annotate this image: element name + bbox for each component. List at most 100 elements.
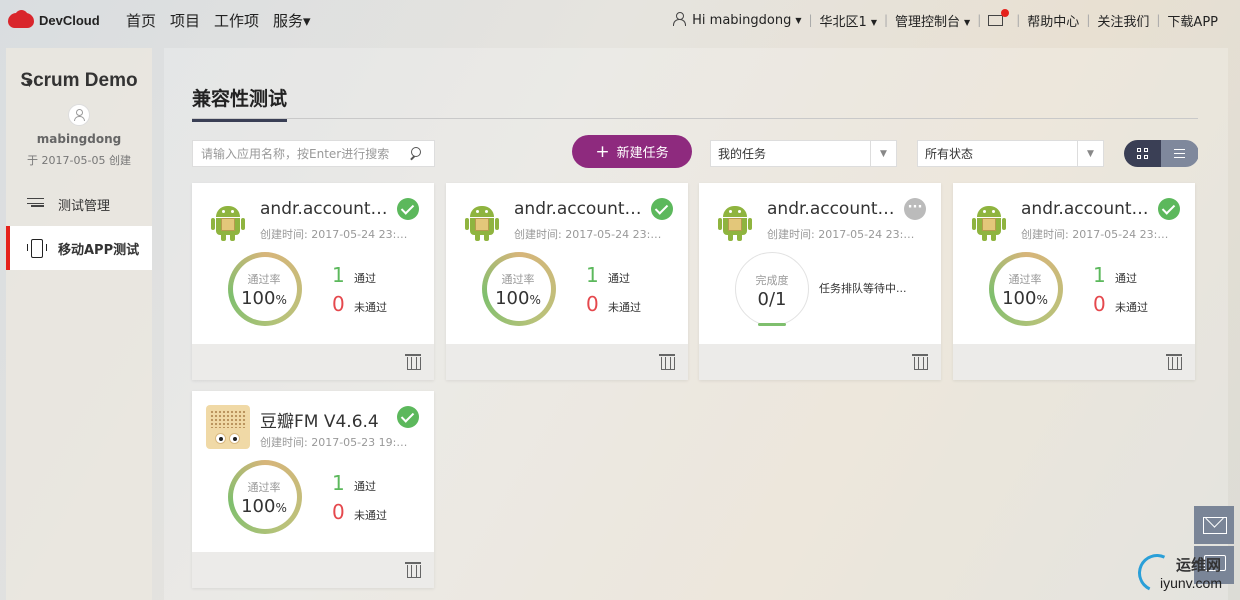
task-card[interactable]: andr.account ... 创建时间: 2017-05-24 23:0..… [446,183,688,380]
sidebar-item-test-management[interactable]: 测试管理 [6,182,152,226]
check-circle-icon [1158,198,1180,220]
list-view-button[interactable] [1161,140,1198,167]
ring-label: 完成度 [755,274,789,287]
ring-label: 通过率 [1008,273,1042,286]
sidebar-item-mobile-app-test[interactable]: 移动APP测试 [6,226,152,270]
caret-down-icon: ▼ [795,16,802,25]
region-label: 华北区1 [819,14,867,30]
console-menu[interactable]: 管理控制台 ▼ [895,11,970,30]
new-task-button[interactable]: + 新建任务 [572,135,692,168]
pass-rate-ring: 通过率 100% [482,252,556,326]
ring-value: 0/1 [757,289,787,310]
divider: | [808,13,813,27]
view-toggle [1124,140,1199,167]
fail-label: 未通过 [354,509,387,522]
card-footer [192,344,434,380]
created-time: 创建时间: 2017-05-23 19:3... [260,436,410,449]
ring-label: 通过率 [247,273,281,286]
queue-status-text: 任务排队等待中... [819,282,907,295]
android-app-icon [464,203,500,241]
user-greeting: Hi mabingdong [692,13,792,28]
app-name[interactable]: 豆瓣FM V4.6.4 [260,407,392,432]
pass-rate-ring: 通过率 100% [989,252,1063,326]
search-box [192,140,435,167]
sliders-icon [26,194,46,214]
pass-stat: 1 通过 [586,263,630,287]
owner-filter-select[interactable]: 我的任务 ▼ [710,140,897,167]
created-time: 创建时间: 2017-05-24 23:0... [767,228,917,241]
phone-icon [26,238,47,258]
check-circle-icon [651,198,673,220]
grid-view-button[interactable] [1124,140,1161,167]
watermark-en: iyunv.com [1160,575,1222,591]
help-center-link[interactable]: 帮助中心 [1027,11,1079,30]
fail-stat: 0 未通过 [1093,292,1148,316]
pass-count: 1 [332,471,345,495]
fail-count: 0 [1093,292,1106,316]
created-time: 创建时间: 2017-05-24 23:0... [260,228,410,241]
card-footer [699,344,941,380]
follow-us-link[interactable]: 关注我们 [1097,11,1149,30]
check-circle-icon [397,406,419,428]
task-card[interactable]: andr.account ... 创建时间: 2017-05-24 23:0..… [953,183,1195,380]
task-card[interactable]: andr.account ... 创建时间: 2017-05-24 23:0..… [699,183,941,380]
project-switcher[interactable]: ▼ Scrum Demo [6,68,152,94]
username: mabingdong [36,132,122,146]
status-filter-value: 所有状态 [925,147,974,161]
pass-stat: 1 通过 [1093,263,1137,287]
task-card[interactable]: 豆瓣FM V4.6.4 创建时间: 2017-05-23 19:3... 通过率… [192,391,434,588]
title-divider [192,118,1198,119]
unread-badge [1001,8,1010,17]
app-name[interactable]: andr.account ... [767,199,899,219]
new-task-label: 新建任务 [616,146,669,161]
nav-projects[interactable]: 项目 [170,10,200,31]
sidebar-item-label: 移动APP测试 [58,242,140,258]
chevron-down-icon: ▼ [870,141,896,166]
app-name[interactable]: andr.account ... [514,199,646,219]
caret-down-icon: ▼ [870,17,877,27]
download-app-link[interactable]: 下载APP [1167,11,1218,30]
search-icon[interactable] [409,147,422,160]
brand-name: DevCloud [39,12,100,28]
pass-rate-ring: 通过率 100% [228,252,302,326]
fail-label: 未通过 [354,301,387,314]
created-time: 创建时间: 2017-05-24 23:0... [514,228,664,241]
ring-value: 100% [241,288,287,309]
task-card[interactable]: andr.account ... 创建时间: 2017-05-24 23:0..… [192,183,434,380]
status-filter-select[interactable]: 所有状态 ▼ [917,140,1104,167]
created-time: 创建时间: 2017-05-24 23:0... [1021,228,1171,241]
divider: | [883,13,889,27]
trash-icon[interactable] [405,353,421,370]
nav-work-items[interactable]: 工作项 [214,10,259,31]
nav-services[interactable]: 服务▾ [273,10,311,31]
project-title: Scrum Demo [20,70,138,91]
trash-icon[interactable] [659,353,675,370]
card-footer [953,344,1195,380]
divider: | [1156,13,1161,27]
region-select[interactable]: 华北区1 ▼ [820,11,877,30]
sidebar-menu: 测试管理 移动APP测试 [6,182,152,270]
top-right-nav: Hi mabingdong ▼ | 华北区1 ▼ | 管理控制台 ▼ | | 帮助中心… [673,0,1218,40]
fail-count: 0 [586,292,599,316]
message-icon[interactable] [988,8,1010,26]
pass-label: 通过 [1115,272,1137,285]
card-footer [446,344,688,380]
app-name[interactable]: andr.account ... [1021,199,1153,219]
check-circle-icon [397,198,419,220]
caret-down-icon: ▼ [964,17,971,27]
watermark-cn: 运维网 [1176,556,1222,574]
app-name[interactable]: andr.account ... [260,199,392,219]
fail-count: 0 [332,292,345,316]
trash-icon[interactable] [912,353,928,370]
trash-icon[interactable] [405,561,421,578]
avatar [68,104,90,126]
search-input[interactable] [193,146,403,161]
nav-home[interactable]: 首页 [126,10,156,31]
devcloud-logo[interactable]: DevCloud [6,10,118,30]
trash-icon[interactable] [1166,353,1182,370]
user-menu[interactable]: Hi mabingdong ▼ [673,12,802,28]
site-watermark: 运维网 iyunv.com [1132,548,1238,598]
feedback-mail-button[interactable] [1194,506,1234,544]
sidebar: ▼ Scrum Demo mabingdong 于 2017-05-05 创建 … [6,48,152,600]
pass-label: 通过 [608,272,630,285]
